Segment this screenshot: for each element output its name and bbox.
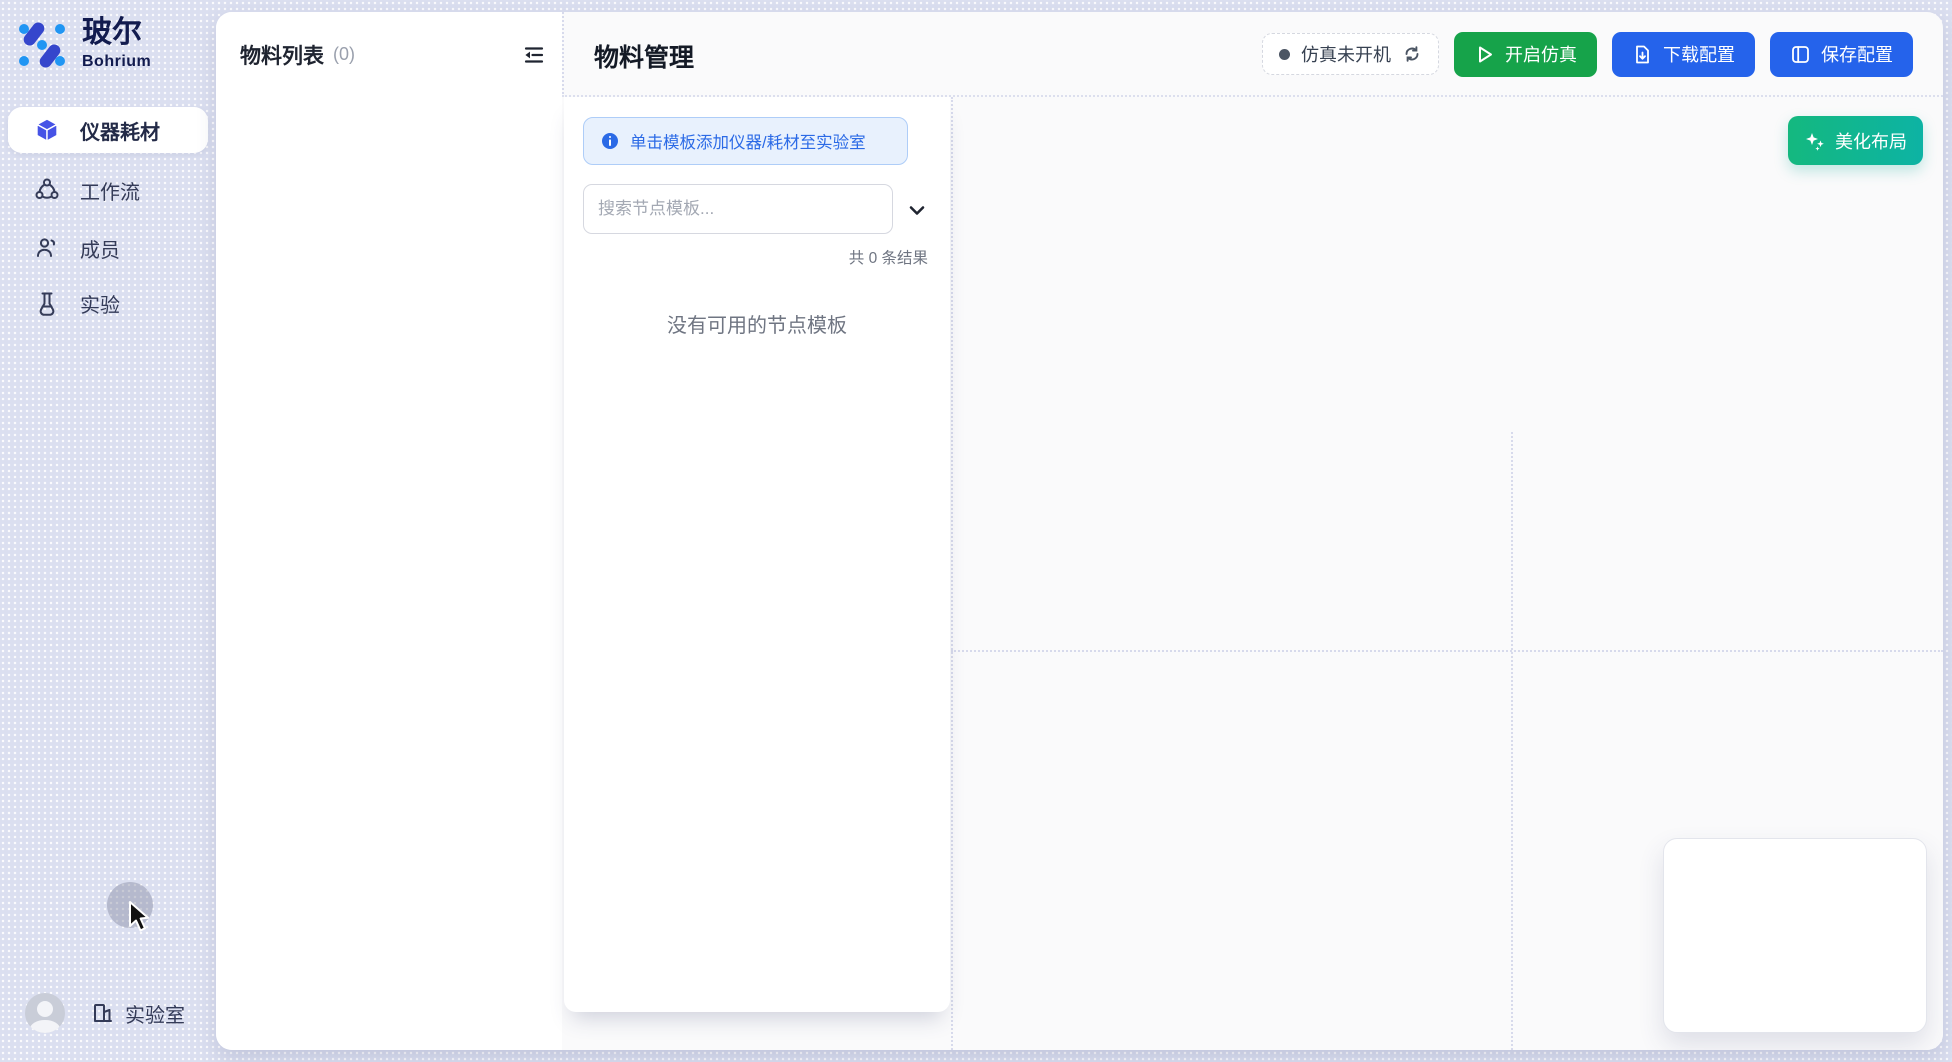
page-header: 物料管理 仿真未开机 (562, 12, 1943, 97)
template-hint-text: 单击模板添加仪器/耗材至实验室 (630, 129, 866, 153)
material-list-panel: 物料列表 (0) (216, 12, 562, 1050)
sidebar-item-experiment[interactable]: 实验 (8, 280, 208, 326)
sidebar-item-label: 实验 (80, 289, 120, 318)
chevron-down-icon[interactable] (904, 197, 930, 223)
material-list-count: (0) (333, 44, 355, 65)
status-dot-icon (1279, 49, 1290, 60)
canvas-guide-horizontal (951, 650, 1943, 652)
workflow-icon (34, 177, 60, 203)
material-list-header: 物料列表 (0) (216, 12, 562, 97)
members-icon (34, 235, 60, 261)
brand-logo: 玻尔 Bohrium (16, 18, 151, 71)
sidebar-item-workflow[interactable]: 工作流 (8, 167, 208, 213)
template-result-count: 共 0 条结果 (849, 246, 928, 268)
sidebar-item-label: 成员 (80, 234, 120, 263)
avatar[interactable] (25, 993, 65, 1033)
collapse-panel-icon[interactable] (522, 43, 546, 67)
canvas-guide-vertical (1511, 432, 1513, 1050)
page-title: 物料管理 (594, 38, 694, 74)
download-config-button[interactable]: 下载配置 (1612, 32, 1755, 77)
canvas-minimap[interactable] (1663, 838, 1927, 1033)
main-window: 物料列表 (0) 物料管理 仿真未开机 (216, 12, 1943, 1050)
save-config-button[interactable]: 保存配置 (1770, 32, 1913, 77)
cube-icon (34, 117, 60, 143)
sidebar-item-label: 工作流 (80, 176, 140, 205)
sparkles-icon (1804, 130, 1826, 152)
play-icon (1474, 44, 1495, 65)
template-empty-text: 没有可用的节点模板 (564, 309, 950, 338)
lab-switcher-label[interactable]: 实验室 (125, 999, 185, 1028)
sidebar-item-members[interactable]: 成员 (8, 225, 208, 271)
material-list-title: 物料列表 (240, 40, 324, 70)
building-icon (90, 1000, 116, 1026)
info-icon (601, 132, 619, 150)
sidebar-item-instruments[interactable]: 仪器耗材 (8, 107, 208, 153)
start-simulation-button[interactable]: 开启仿真 (1454, 32, 1597, 77)
simulation-status-text: 仿真未开机 (1301, 41, 1391, 67)
brand-name-zh: 玻尔 (82, 18, 151, 48)
bohrium-logo-icon (16, 19, 68, 71)
node-template-card: 单击模板添加仪器/耗材至实验室 共 0 条结果 没有可用的节点模板 (564, 97, 950, 1012)
save-icon (1790, 44, 1811, 65)
mouse-cursor (126, 900, 154, 934)
sidebar-item-label: 仪器耗材 (80, 116, 160, 145)
template-search-input[interactable] (583, 184, 893, 234)
beautify-layout-button[interactable]: 美化布局 (1788, 116, 1923, 165)
template-hint-banner: 单击模板添加仪器/耗材至实验室 (583, 117, 908, 165)
experiment-icon (34, 290, 60, 316)
file-download-icon (1632, 44, 1653, 65)
header-actions: 仿真未开机 开启仿真 (1262, 31, 1913, 77)
sidebar-footer: 实验室 (0, 988, 216, 1038)
simulation-status-pill: 仿真未开机 (1262, 33, 1439, 75)
brand-name-en: Bohrium (82, 53, 151, 71)
refresh-icon[interactable] (1402, 44, 1422, 64)
canvas-guide-vertical (951, 97, 953, 1050)
